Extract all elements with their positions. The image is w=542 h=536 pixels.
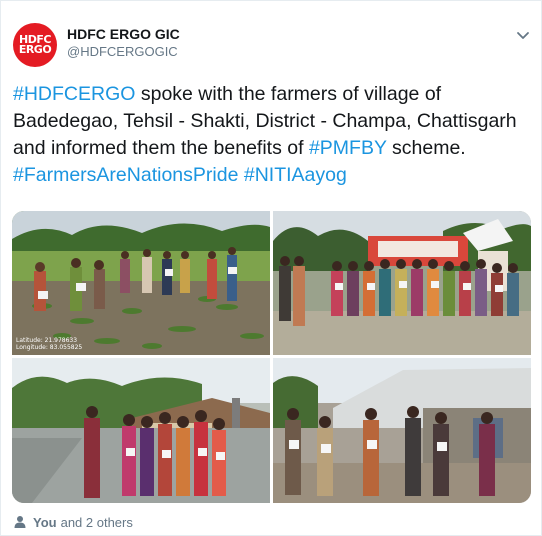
photo-farmers-in-paddy[interactable]: Latitude: 21.978633 Longitude: 83.055825 xyxy=(12,211,270,355)
tweet-card: HDFC ERGO HDFC ERGO GIC @HDFCERGOGIC #HD… xyxy=(0,0,542,536)
photo-group-on-road-image xyxy=(12,358,270,503)
hashtag-hdfcergo[interactable]: #HDFCERGO xyxy=(13,83,135,105)
avatar-text-line2: ERGO xyxy=(18,43,52,56)
hashtag-pmfby[interactable]: #PMFBY xyxy=(309,137,387,159)
photo-group-on-road[interactable] xyxy=(12,358,270,503)
photo-latitude: Latitude: 21.978633 xyxy=(16,337,78,344)
likes-row[interactable]: You and 2 others xyxy=(13,512,133,532)
photo-group-with-banner[interactable] xyxy=(273,211,531,355)
author-handle[interactable]: @HDFCERGOGIC xyxy=(67,43,180,61)
hashtag-farmers-are-nations-pride[interactable]: #FarmersAreNationsPride xyxy=(13,164,238,186)
tweet-text: #HDFCERGO spoke with the farmers of vill… xyxy=(13,81,533,189)
likes-you-label[interactable]: You xyxy=(33,515,57,530)
photo-geotag: Latitude: 21.978633 Longitude: 83.055825 xyxy=(16,337,82,351)
photo-group-near-house[interactable] xyxy=(273,358,531,503)
photo-longitude: Longitude: 83.055825 xyxy=(16,344,83,351)
photo-farmers-in-paddy-image xyxy=(12,211,270,355)
tweet-text-part2: scheme. xyxy=(386,137,466,159)
likes-others-label[interactable]: and 2 others xyxy=(61,515,133,530)
photo-group-with-banner-image xyxy=(273,211,531,355)
chevron-down-icon[interactable] xyxy=(515,27,531,43)
hashtag-niti-aayog[interactable]: #NITIAayog xyxy=(244,164,347,186)
author-names: HDFC ERGO GIC @HDFCERGOGIC xyxy=(67,25,180,61)
author-display-name[interactable]: HDFC ERGO GIC xyxy=(67,25,180,43)
photo-group-near-house-image xyxy=(273,358,531,503)
avatar[interactable]: HDFC ERGO xyxy=(13,23,57,67)
media-grid: Latitude: 21.978633 Longitude: 83.055825 xyxy=(12,211,531,503)
person-icon xyxy=(14,516,26,528)
tweet-header: HDFC ERGO HDFC ERGO GIC @HDFCERGOGIC xyxy=(13,19,531,67)
